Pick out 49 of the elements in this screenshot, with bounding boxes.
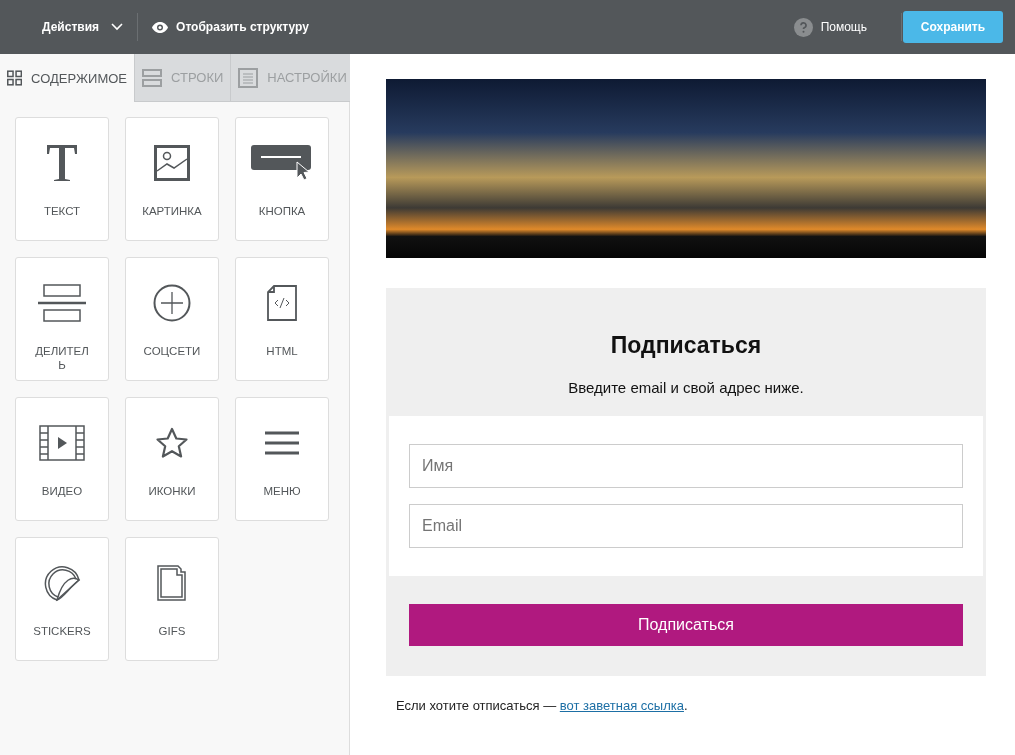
- form-title: Подписаться: [610, 332, 762, 359]
- help-button[interactable]: Помощь: [779, 11, 881, 43]
- code-file-icon: [267, 285, 297, 321]
- grid-icon: [7, 68, 23, 88]
- content-block-card[interactable]: ТЕКСТ: [15, 117, 109, 241]
- content-block-card[interactable]: КАРТИНКА: [125, 117, 219, 241]
- unsubscribe-link[interactable]: вот заветная ссылка: [559, 698, 684, 713]
- actions-menu-button[interactable]: Действия: [28, 14, 138, 40]
- button-cursor-icon: [251, 145, 313, 181]
- content-block-card[interactable]: ВИДЕО: [15, 397, 109, 521]
- block-label: HTML: [265, 344, 299, 358]
- letter-t-icon: [46, 144, 78, 182]
- show-structure-button[interactable]: Отобразить структуру: [138, 14, 323, 40]
- content-block-card[interactable]: ИКОНКИ: [125, 397, 219, 521]
- subscribe-button[interactable]: Подписаться: [409, 604, 963, 646]
- plus-circle-icon: [153, 284, 191, 322]
- block-label: GIFS: [157, 624, 187, 638]
- content-block-card[interactable]: СОЦСЕТИ: [125, 257, 219, 381]
- block-label: КНОПКА: [257, 204, 307, 218]
- block-label: КАРТИНКА: [142, 204, 202, 218]
- sticker-icon: [43, 564, 81, 602]
- content-block-card[interactable]: ДЕЛИТЕЛЬ: [15, 257, 109, 381]
- help-icon: [793, 17, 813, 37]
- block-label: STICKERS: [32, 624, 92, 638]
- content-block-card[interactable]: GIFS: [125, 537, 219, 661]
- block-label: МЕНЮ: [262, 484, 302, 498]
- menu-icon: [265, 431, 299, 455]
- content-block-card[interactable]: МЕНЮ: [235, 397, 329, 521]
- image-icon: [154, 145, 190, 181]
- document-icon: [238, 67, 259, 88]
- divider-icon: [38, 284, 86, 322]
- block-label: ТЕКСТ: [42, 204, 82, 218]
- input-field[interactable]: Имя: [409, 444, 963, 488]
- unsubscribe-text: Если хотите отписаться — вот заветная ссылка.: [396, 698, 689, 713]
- form-subtitle: Введите email и свой адрес ниже.: [568, 379, 804, 396]
- rows-icon: [142, 67, 162, 88]
- input-field[interactable]: Email: [409, 504, 963, 548]
- content-block-card[interactable]: КНОПКА: [235, 117, 329, 241]
- chevron-down-icon: [111, 23, 124, 31]
- block-label: СОЦСЕТИ: [142, 344, 202, 358]
- content-block-card[interactable]: HTML: [235, 257, 329, 381]
- film-icon: [39, 425, 85, 461]
- block-label: ВИДЕО: [40, 484, 84, 498]
- block-label: ДЕЛИТЕЛЬ: [34, 344, 90, 372]
- star-icon: [155, 427, 189, 459]
- eye-icon: [152, 21, 169, 33]
- block-label: ИКОНКИ: [147, 484, 197, 498]
- file-icon: [157, 565, 187, 601]
- content-block-card[interactable]: STICKERS: [15, 537, 109, 661]
